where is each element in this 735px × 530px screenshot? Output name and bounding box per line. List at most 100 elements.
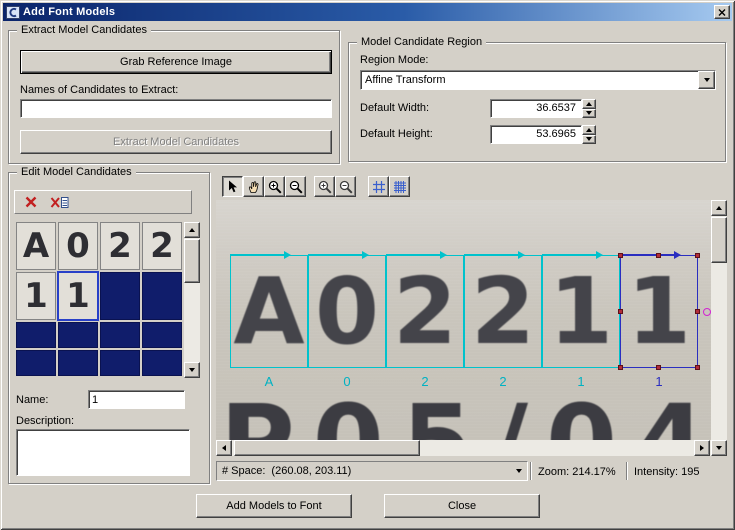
hand-icon <box>248 181 259 193</box>
scroll-left-icon[interactable] <box>216 440 232 456</box>
cursor-arrow-icon <box>229 180 237 193</box>
empty-thumbnail-cell[interactable] <box>142 322 182 348</box>
add-models-to-font-button[interactable]: Add Models to Font <box>196 494 352 518</box>
resize-handle[interactable] <box>695 365 700 370</box>
grab-reference-image-button[interactable]: Grab Reference Image <box>20 50 332 74</box>
scroll-up-icon[interactable] <box>711 200 727 216</box>
default-height-stepper[interactable] <box>582 125 596 144</box>
chevron-down-icon[interactable] <box>511 462 527 480</box>
thumbnail-scrollbar-thumb[interactable] <box>184 239 200 283</box>
candidate-thumbnail[interactable]: 0 <box>58 222 98 270</box>
scroll-down-icon[interactable] <box>711 440 727 456</box>
candidate-thumbnail[interactable]: 2 <box>100 222 140 270</box>
candidate-region-box[interactable]: 2 <box>464 251 542 368</box>
intensity-label: Intensity: <box>634 466 679 478</box>
edit-toolbar <box>14 190 192 214</box>
default-height-input[interactable]: 53.6965 <box>490 125 582 144</box>
name-label: Name: <box>16 394 49 406</box>
resize-handle[interactable] <box>695 253 700 258</box>
candidate-region-box[interactable]: 0 <box>308 251 386 368</box>
empty-thumbnail-cell[interactable] <box>16 350 56 376</box>
viewer-vscroll-thumb[interactable] <box>711 217 727 263</box>
default-width-input[interactable]: 36.6537 <box>490 99 582 118</box>
empty-thumbnail-cell[interactable] <box>100 322 140 348</box>
rotation-handle[interactable] <box>703 307 711 316</box>
image-character: 1 <box>626 257 691 365</box>
extract-model-candidates-button[interactable]: Extract Model Candidates <box>20 130 332 154</box>
delete-all-candidates-button[interactable] <box>47 193 71 211</box>
grid-tool-button[interactable] <box>368 176 389 197</box>
resize-handle[interactable] <box>656 253 661 258</box>
candidate-thumbnail[interactable]: 1 <box>16 272 56 320</box>
candidate-thumbnail-selected[interactable]: 1 <box>57 271 99 321</box>
viewer-hscroll-thumb[interactable] <box>234 440 420 456</box>
delete-candidate-button[interactable] <box>19 193 43 211</box>
resize-handle[interactable] <box>656 365 661 370</box>
intensity-value: 195 <box>681 466 700 478</box>
empty-thumbnail-cell[interactable] <box>58 322 98 348</box>
reference-image-canvas[interactable]: A 0 2 2 1 1 A 0 2 2 1 1 <box>216 200 711 440</box>
resize-handle[interactable] <box>618 365 623 370</box>
candidate-name-input[interactable] <box>88 390 185 409</box>
zoom-in-alt-button[interactable] <box>314 176 335 197</box>
default-height-value: 53.6965 <box>536 128 576 140</box>
window-title: Add Font Models <box>23 6 116 18</box>
empty-thumbnail-cell[interactable] <box>142 350 182 376</box>
names-of-candidates-label: Names of Candidates to Extract: <box>20 84 179 96</box>
empty-thumbnail-cell[interactable] <box>142 272 182 320</box>
candidate-thumbnail[interactable]: 2 <box>142 222 182 270</box>
spin-up-icon[interactable] <box>582 125 596 135</box>
status-separator <box>530 462 532 480</box>
zoom-out-tool-button[interactable] <box>285 176 306 197</box>
image-second-row-text: P05/04 <box>220 392 711 441</box>
spin-down-icon[interactable] <box>582 134 596 144</box>
scroll-right-icon[interactable] <box>694 440 710 456</box>
app-icon <box>6 5 20 19</box>
candidate-region-box[interactable]: 2 <box>386 251 464 368</box>
zoom-in-icon <box>268 180 282 194</box>
region-mode-value: Affine Transform <box>365 74 446 86</box>
pan-tool-button[interactable] <box>243 176 264 197</box>
select-tool-button[interactable] <box>222 176 243 197</box>
zoom-in-tool-button[interactable] <box>264 176 285 197</box>
candidate-thumbnail-grid: A 0 2 2 1 1 <box>16 222 182 378</box>
scroll-down-icon[interactable] <box>184 362 200 378</box>
empty-thumbnail-cell[interactable] <box>100 350 140 376</box>
close-icon <box>718 8 726 16</box>
candidate-region-box-selected[interactable]: 1 <box>618 251 711 370</box>
image-character: A <box>233 257 305 365</box>
image-character: 2 <box>392 257 457 365</box>
resize-handle[interactable] <box>618 308 623 314</box>
region-mode-label: Region Mode: <box>360 54 429 66</box>
zoom-out-alt-button[interactable] <box>335 176 356 197</box>
names-of-candidates-input[interactable] <box>20 99 332 118</box>
description-textarea[interactable] <box>16 429 190 476</box>
empty-thumbnail-cell[interactable] <box>100 272 140 320</box>
spin-down-icon[interactable] <box>582 108 596 118</box>
grid-fine-tool-button[interactable] <box>389 176 410 197</box>
space-selector[interactable]: # Space: (260.08, 203.11) <box>216 461 528 481</box>
region-group-title: Model Candidate Region <box>357 36 487 48</box>
resize-handle[interactable] <box>695 308 700 314</box>
empty-thumbnail-cell[interactable] <box>16 322 56 348</box>
candidate-thumbnail[interactable]: A <box>16 222 56 270</box>
grid-fine-icon <box>393 180 406 193</box>
candidate-region-box[interactable]: A <box>230 251 308 368</box>
close-dialog-button[interactable]: Close <box>384 494 540 518</box>
close-button[interactable] <box>714 5 730 19</box>
default-width-stepper[interactable] <box>582 99 596 118</box>
intensity-status: Intensity: 195 <box>634 466 699 478</box>
zoom-label: Zoom: <box>538 466 570 478</box>
zoom-out-alt-icon <box>339 180 353 194</box>
resize-handle[interactable] <box>618 253 623 258</box>
candidate-region-box[interactable]: 1 <box>542 251 620 368</box>
zoom-value: 214.17% <box>572 466 616 478</box>
space-label: # Space: <box>222 465 266 477</box>
spin-up-icon[interactable] <box>582 99 596 109</box>
delete-all-icon <box>50 196 68 208</box>
scroll-up-icon[interactable] <box>184 222 200 238</box>
chevron-down-icon[interactable] <box>698 71 715 89</box>
region-mode-select[interactable]: Affine Transform <box>360 70 716 90</box>
empty-thumbnail-cell[interactable] <box>58 350 98 376</box>
zoom-out-icon <box>289 180 303 194</box>
